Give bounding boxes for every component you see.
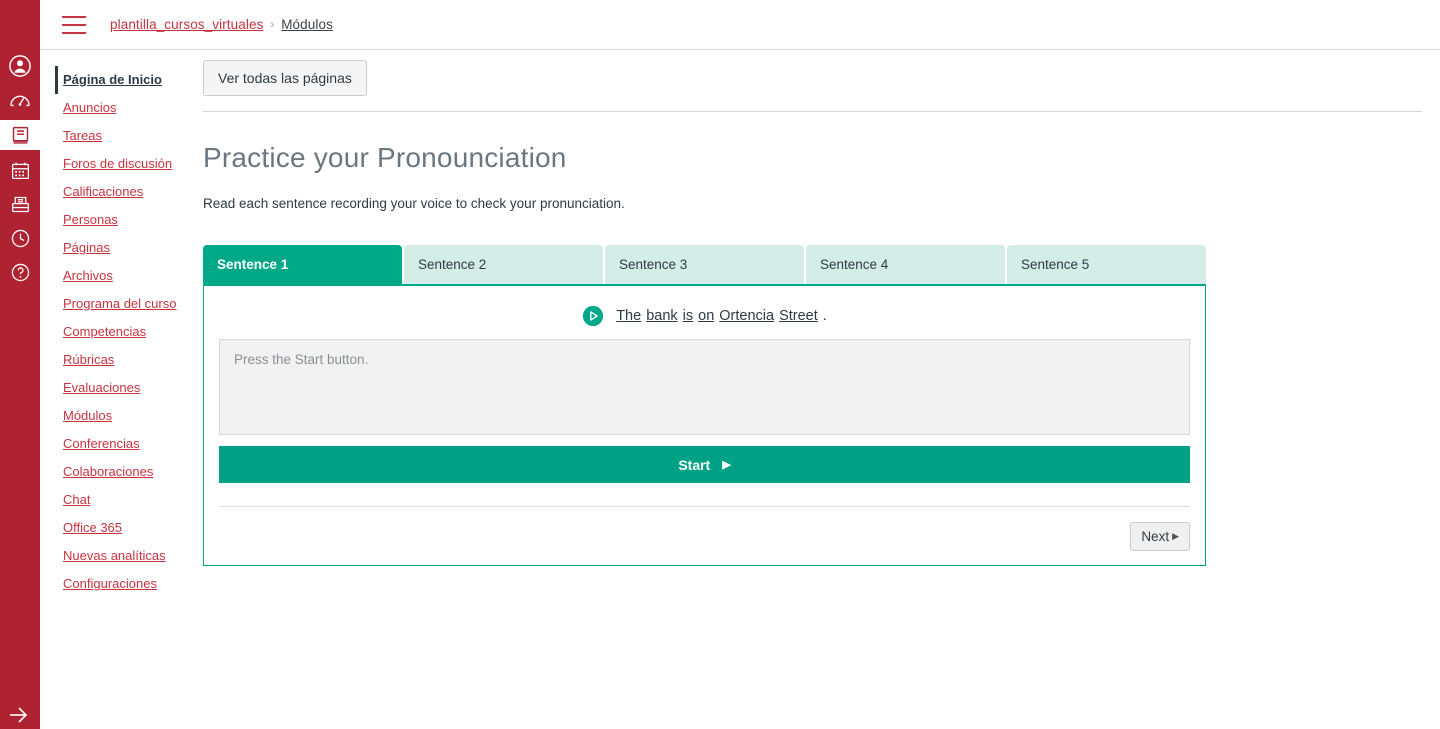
- canvas-lms-page: plantilla_cursos_virtuales › Módulos Pág…: [0, 0, 1440, 729]
- course-nav-item-calificaciones[interactable]: Calificaciones: [55, 178, 195, 206]
- dashboard-icon[interactable]: [0, 86, 40, 114]
- pronunciation-widget: Sentence 1 Sentence 2 Sentence 3 Sentenc…: [203, 245, 1206, 566]
- tab-sentence-2[interactable]: Sentence 2: [404, 245, 603, 284]
- sentence-text: The bank is on Ortencia Street .: [616, 308, 827, 324]
- course-nav-item-office-365[interactable]: Office 365: [55, 514, 195, 542]
- triangle-right-icon: ▶: [1172, 531, 1179, 541]
- topbar: plantilla_cursos_virtuales › Módulos: [40, 0, 1440, 50]
- course-nav-item-archivos[interactable]: Archivos: [55, 262, 195, 290]
- header-divider: [203, 111, 1422, 112]
- sentence-tabstrip: Sentence 1 Sentence 2 Sentence 3 Sentenc…: [203, 245, 1206, 284]
- sentence-word-5[interactable]: Ortencia: [719, 308, 774, 324]
- course-nav: Página de Inicio Anuncios Tareas Foros d…: [55, 66, 195, 598]
- course-nav-item-nuevas-analiticas[interactable]: Nuevas analíticas: [55, 542, 195, 570]
- view-all-pages-button[interactable]: Ver todas las páginas: [203, 60, 367, 96]
- inbox-icon[interactable]: [0, 190, 40, 218]
- course-nav-item-conferencias[interactable]: Conferencias: [55, 430, 195, 458]
- sentence-word-4[interactable]: on: [698, 308, 714, 324]
- help-icon[interactable]: [0, 258, 40, 286]
- course-nav-item-competencias[interactable]: Competencias: [55, 318, 195, 346]
- course-nav-item-configuraciones[interactable]: Configuraciones: [55, 570, 195, 598]
- tab-sentence-4[interactable]: Sentence 4: [806, 245, 1005, 284]
- account-icon[interactable]: [0, 52, 40, 80]
- collapse-arrow-icon[interactable]: [0, 699, 40, 729]
- sentence-word-1[interactable]: The: [616, 308, 641, 324]
- play-circle-icon[interactable]: [582, 305, 604, 327]
- history-icon[interactable]: [0, 224, 40, 252]
- hamburger-bar: [62, 31, 86, 34]
- calendar-icon[interactable]: [0, 156, 40, 184]
- sentence-word-6[interactable]: Street: [779, 308, 818, 324]
- sentence-word-2[interactable]: bank: [646, 308, 677, 324]
- page-description: Read each sentence recording your voice …: [203, 196, 625, 211]
- breadcrumb-current-link[interactable]: Módulos: [281, 17, 333, 32]
- course-nav-item-paginas[interactable]: Páginas: [55, 234, 195, 262]
- main-content: Ver todas las páginas Practice your Pron…: [203, 60, 1423, 566]
- hamburger-icon[interactable]: [62, 15, 86, 34]
- transcript-area[interactable]: Press the Start button.: [219, 339, 1190, 435]
- sentence-panel: The bank is on Ortencia Street . Press t…: [203, 284, 1206, 566]
- breadcrumb: plantilla_cursos_virtuales › Módulos: [110, 17, 333, 32]
- hamburger-bar: [62, 23, 86, 26]
- page-title: Practice your Pronounciation: [203, 142, 567, 173]
- sentence-punctuation: .: [822, 308, 827, 324]
- course-nav-item-chat[interactable]: Chat: [55, 486, 195, 514]
- panel-footer: Next ▶: [219, 507, 1190, 551]
- transcript-placeholder: Press the Start button.: [234, 352, 369, 367]
- global-nav-rail: [0, 0, 40, 729]
- course-nav-item-foros-de-discusion[interactable]: Foros de discusión: [55, 150, 195, 178]
- next-button-label: Next: [1141, 529, 1170, 544]
- tab-sentence-1[interactable]: Sentence 1: [203, 245, 402, 284]
- course-nav-item-anuncios[interactable]: Anuncios: [55, 94, 195, 122]
- sentence-word-3[interactable]: is: [683, 308, 693, 324]
- hamburger-bar: [62, 15, 86, 18]
- tab-sentence-3[interactable]: Sentence 3: [605, 245, 804, 284]
- start-recording-button[interactable]: Start ▶: [219, 446, 1190, 483]
- breadcrumb-course-link[interactable]: plantilla_cursos_virtuales: [110, 17, 263, 32]
- course-nav-item-pagina-de-inicio[interactable]: Página de Inicio: [55, 66, 195, 94]
- course-nav-item-personas[interactable]: Personas: [55, 206, 195, 234]
- course-nav-item-evaluaciones[interactable]: Evaluaciones: [55, 374, 195, 402]
- play-triangle-icon: ▶: [722, 459, 731, 471]
- tab-sentence-5[interactable]: Sentence 5: [1007, 245, 1206, 284]
- breadcrumb-separator: ›: [270, 18, 275, 31]
- sentence-row: The bank is on Ortencia Street .: [219, 300, 1190, 339]
- course-nav-item-tareas[interactable]: Tareas: [55, 122, 195, 150]
- courses-icon[interactable]: [0, 120, 40, 150]
- course-nav-item-programa-del-curso[interactable]: Programa del curso: [55, 290, 195, 318]
- next-button[interactable]: Next ▶: [1130, 522, 1190, 551]
- course-nav-item-rubricas[interactable]: Rúbricas: [55, 346, 195, 374]
- course-nav-item-colaboraciones[interactable]: Colaboraciones: [55, 458, 195, 486]
- course-nav-item-modulos[interactable]: Módulos: [55, 402, 195, 430]
- start-button-label: Start: [678, 456, 711, 473]
